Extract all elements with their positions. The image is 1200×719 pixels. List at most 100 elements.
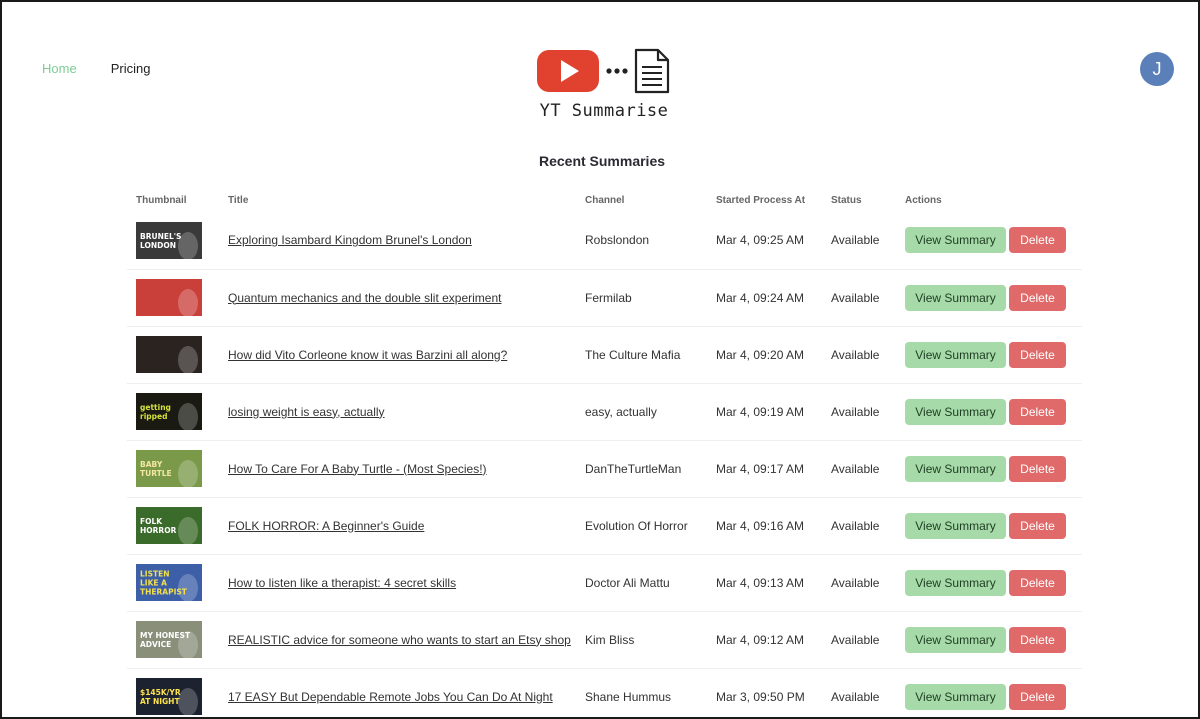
delete-button[interactable]: Delete: [1009, 683, 1066, 710]
video-title-link[interactable]: How to listen like a therapist: 4 secret…: [228, 576, 456, 590]
table-body: BRUNEL'S LONDON Exploring Isambard Kingdom…: [127, 212, 1082, 717]
delete-button[interactable]: Delete: [1009, 284, 1066, 311]
table-row: FOLK HORROR FOLK HORROR: A Beginner's Guid…: [127, 496, 1082, 554]
logo-text: YT Summarise: [539, 101, 669, 121]
status-cell: Available: [822, 667, 896, 717]
column-header-actions: Actions: [905, 194, 942, 206]
video-thumbnail[interactable]: [136, 336, 202, 373]
document-icon: [634, 48, 670, 94]
view-summary-button[interactable]: View Summary: [905, 341, 1006, 368]
table-row: BRUNEL'S LONDON Exploring Isambard Kingdom…: [127, 212, 1082, 269]
title-cell: losing weight is easy, actually: [219, 382, 576, 440]
video-title-link[interactable]: Exploring Isambard Kingdom Brunel's Lond…: [228, 233, 472, 247]
app-window: Home Pricing YT Summarise J Recent Summa…: [0, 0, 1200, 719]
svg-text:FOLK: FOLK: [140, 517, 163, 526]
video-title-link[interactable]: losing weight is easy, actually: [228, 405, 385, 419]
started-cell: Mar 4, 09:19 AM: [707, 382, 822, 440]
video-thumbnail[interactable]: [136, 279, 202, 316]
table-row: getting ripped losing weight is easy, actu…: [127, 382, 1082, 440]
started-cell: Mar 4, 09:25 AM: [716, 233, 805, 248]
video-title-link[interactable]: Quantum mechanics and the double slit ex…: [228, 291, 502, 305]
video-thumbnail[interactable]: FOLKHORROR: [136, 507, 202, 544]
thumbnail-cell: MY HONEST ADVICE: [127, 610, 219, 668]
status-cell: Available: [822, 439, 896, 497]
column-header-thumbnail: Thumbnail: [136, 194, 187, 206]
channel-cell: Kim Bliss: [576, 610, 707, 668]
started-cell: Mar 4, 09:13 AM: [707, 553, 822, 611]
user-avatar[interactable]: J: [1140, 52, 1174, 86]
svg-text:BABY: BABY: [140, 460, 163, 469]
delete-button[interactable]: Delete: [1009, 455, 1066, 482]
view-summary-button[interactable]: View Summary: [905, 455, 1006, 482]
view-summary-button[interactable]: View Summary: [905, 683, 1006, 710]
started-cell: Mar 4, 09:12 AM: [707, 610, 822, 668]
svg-text:ADVICE: ADVICE: [140, 640, 171, 649]
channel-cell: Evolution Of Horror: [576, 496, 707, 554]
summaries-table: Thumbnail Title Channel Started Process …: [127, 188, 1082, 717]
channel-cell: Robslondon: [585, 233, 650, 248]
video-title-link[interactable]: FOLK HORROR: A Beginner's Guide: [228, 519, 424, 533]
actions-cell: View Summary Delete: [896, 382, 1082, 440]
actions-cell: View Summary Delete: [896, 496, 1082, 554]
status-cell: Available: [822, 325, 896, 383]
svg-text:TURTLE: TURTLE: [140, 469, 172, 478]
table-row: LISTEN LIKE A THERAPIST How to listen like …: [127, 553, 1082, 611]
title-cell: FOLK HORROR: A Beginner's Guide: [219, 496, 576, 554]
actions-cell: View Summary Delete: [896, 439, 1082, 497]
video-thumbnail[interactable]: $145K/YRAT NIGHT: [136, 678, 202, 716]
video-thumbnail[interactable]: gettingripped: [136, 393, 202, 430]
started-cell: Mar 4, 09:17 AM: [707, 439, 822, 497]
actions-cell: View Summary Delete: [896, 212, 1082, 269]
actions-cell: View Summary Delete: [896, 667, 1082, 717]
table-row: $145K/YR AT NIGHT 17 EASY But Dependable R…: [127, 667, 1082, 717]
delete-button[interactable]: Delete: [1009, 512, 1066, 539]
nav-home-link[interactable]: Home: [42, 61, 77, 76]
nav-pricing-link[interactable]: Pricing: [111, 61, 151, 76]
delete-button[interactable]: Delete: [1009, 398, 1066, 425]
started-cell: Mar 4, 09:20 AM: [707, 325, 822, 383]
svg-text:$145K/YR: $145K/YR: [140, 688, 181, 697]
view-summary-button[interactable]: View Summary: [905, 569, 1006, 596]
video-thumbnail[interactable]: MY HONESTADVICE: [136, 621, 202, 658]
video-thumbnail[interactable]: BABYTURTLE: [136, 450, 202, 487]
channel-cell: Fermilab: [576, 268, 707, 326]
actions-cell: View Summary Delete: [896, 610, 1082, 668]
table-row: Quantum mechanics and the double slit ex…: [127, 268, 1082, 326]
video-title-link[interactable]: How did Vito Corleone know it was Barzin…: [228, 348, 507, 362]
actions-cell: View Summary Delete: [896, 325, 1082, 383]
thumbnail-cell: getting ripped: [127, 382, 219, 440]
svg-text:getting: getting: [140, 403, 171, 412]
delete-button[interactable]: Delete: [1009, 626, 1066, 653]
started-cell: Mar 4, 09:16 AM: [707, 496, 822, 554]
svg-text:MY HONEST: MY HONEST: [140, 631, 191, 640]
logo-graphic: [537, 48, 670, 94]
video-title-link[interactable]: REALISTIC advice for someone who wants t…: [228, 633, 571, 647]
view-summary-button[interactable]: View Summary: [905, 626, 1006, 653]
video-thumbnail[interactable]: LISTENLIKE ATHERAPIST: [136, 564, 202, 601]
thumbnail-cell: FOLK HORROR: [127, 496, 219, 554]
svg-text:LISTEN: LISTEN: [140, 570, 170, 579]
delete-button[interactable]: Delete: [1009, 341, 1066, 368]
view-summary-button[interactable]: View Summary: [905, 284, 1006, 311]
thumbnail-cell: BABY TURTLE: [127, 439, 219, 497]
view-summary-button[interactable]: View Summary: [905, 227, 1006, 254]
table-header-row: Thumbnail Title Channel Started Process …: [127, 188, 1082, 212]
thumbnail-cell: BRUNEL'S LONDON: [127, 212, 219, 269]
title-cell: How To Care For A Baby Turtle - (Most Sp…: [219, 439, 576, 497]
status-cell: Available: [831, 233, 880, 248]
started-cell: Mar 4, 09:24 AM: [707, 268, 822, 326]
delete-button[interactable]: Delete: [1009, 227, 1066, 254]
column-header-channel: Channel: [585, 194, 625, 206]
view-summary-button[interactable]: View Summary: [905, 512, 1006, 539]
table-row: How did Vito Corleone know it was Barzin…: [127, 325, 1082, 383]
video-title-link[interactable]: 17 EASY But Dependable Remote Jobs You C…: [228, 690, 553, 704]
status-cell: Available: [822, 268, 896, 326]
video-thumbnail[interactable]: BRUNEL'SLONDON: [136, 221, 202, 259]
app-logo[interactable]: YT Summarise: [536, 47, 676, 127]
column-header-status: Status: [831, 194, 862, 206]
video-title-link[interactable]: How To Care For A Baby Turtle - (Most Sp…: [228, 462, 487, 476]
delete-button[interactable]: Delete: [1009, 569, 1066, 596]
svg-text:LIKE A: LIKE A: [140, 579, 167, 588]
svg-text:BRUNEL'S: BRUNEL'S: [140, 232, 181, 241]
view-summary-button[interactable]: View Summary: [905, 398, 1006, 425]
